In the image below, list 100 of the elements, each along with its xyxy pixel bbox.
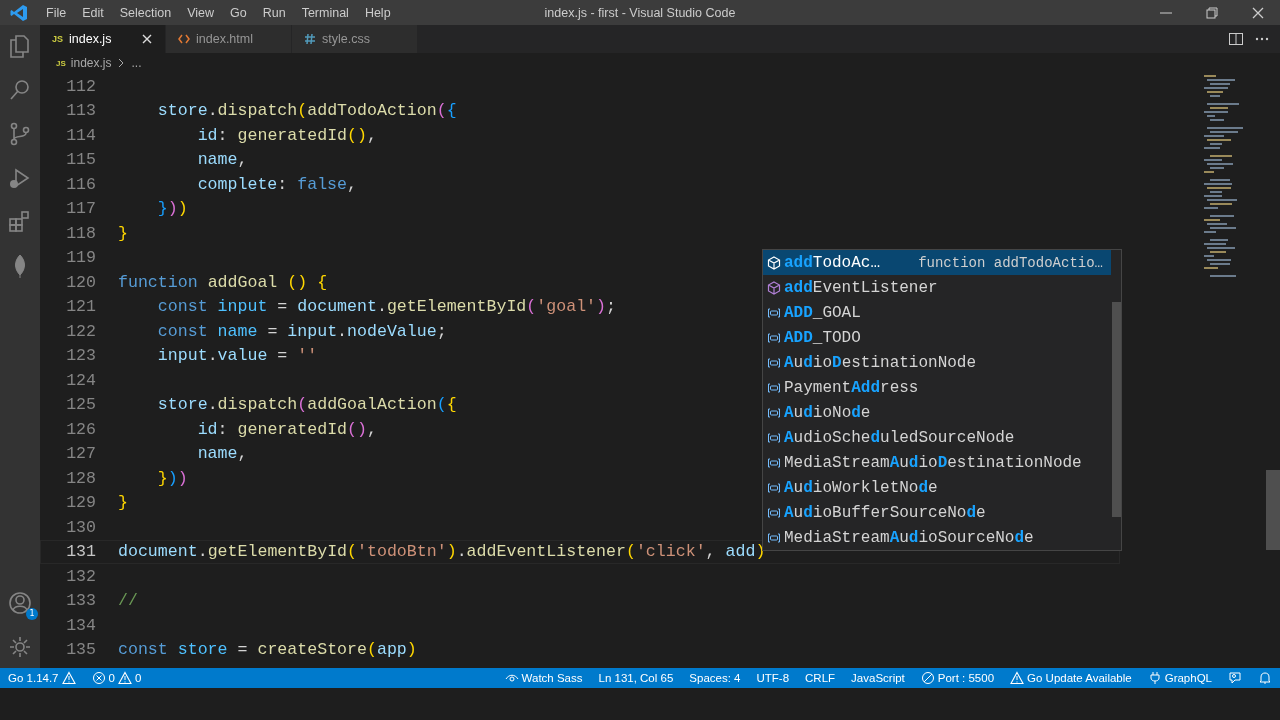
code-line: id: generatedId(),	[196, 125, 377, 145]
code-line: }))	[156, 199, 188, 219]
variable-icon	[767, 330, 781, 345]
line-number: 116	[65, 174, 96, 194]
code-line: store.dispatch(addTodoAction({	[156, 101, 457, 121]
suggestion-item[interactable]: AudioNode	[763, 400, 1111, 425]
notification-badge: 1	[26, 608, 38, 620]
bell-icon[interactable]	[1258, 671, 1272, 685]
code-brackets-icon	[178, 33, 190, 45]
suggestion-item[interactable]: MediaStreamAudioDestinationNode	[763, 450, 1111, 475]
suggestion-item[interactable]: addEventListener	[763, 275, 1111, 300]
line-number: 135	[65, 640, 96, 660]
status-item[interactable]: Ln 131, Col 65	[598, 672, 674, 684]
suggestion-item[interactable]: AudioBufferSourceNode	[763, 500, 1111, 525]
code-line: }	[118, 493, 128, 513]
restore-icon[interactable]	[1204, 4, 1220, 21]
variable-icon	[767, 455, 781, 470]
variable-icon	[767, 480, 781, 495]
plug-icon	[1147, 671, 1162, 685]
window-title: index.js - first - Visual Studio Code	[544, 5, 736, 20]
status-item[interactable]: 0 0	[91, 671, 142, 685]
suggestion-item[interactable]: PaymentAddress	[763, 375, 1111, 400]
code-line: name,	[196, 150, 248, 170]
code-line: id: generatedId(),	[196, 419, 377, 439]
variable-icon	[767, 305, 781, 320]
line-number: 122	[65, 321, 96, 341]
line-number: 132	[65, 566, 96, 586]
editor-tab[interactable]: style.css	[292, 25, 418, 53]
line-number: 134	[65, 615, 96, 635]
line-number: 131	[65, 542, 96, 562]
menu-item[interactable]: Edit	[74, 5, 112, 20]
menu-item[interactable]: Terminal	[293, 5, 357, 20]
menu-item[interactable]: Go	[222, 5, 255, 20]
variable-icon	[767, 530, 781, 545]
suggestion-item[interactable]: AudioDestinationNode	[763, 350, 1111, 375]
status-item[interactable]: Watch Sass	[504, 671, 583, 685]
menu-item[interactable]: Help	[356, 5, 399, 20]
editor-tab[interactable]: JS index.js	[40, 25, 166, 53]
line-number: 130	[65, 517, 96, 537]
line-number: 126	[65, 419, 96, 439]
suggestion-item[interactable]: ADD_TODO	[763, 325, 1111, 350]
status-item[interactable]: Spaces: 4	[689, 672, 741, 684]
menu-item[interactable]: View	[179, 5, 222, 20]
suggestion-item[interactable]: AudioScheduledSourceNode	[763, 425, 1111, 450]
variable-icon	[767, 405, 781, 420]
account-icon[interactable]	[7, 590, 33, 616]
code-line: name,	[196, 444, 248, 464]
variable-icon	[767, 380, 781, 395]
editor-tab[interactable]: index.html	[166, 25, 292, 53]
variable-icon	[767, 355, 781, 370]
status-item[interactable]: JavaScript	[851, 672, 905, 684]
code-line: const store = createStore(app)	[118, 640, 417, 660]
blocked-icon	[920, 671, 935, 685]
status-item[interactable]: Go Update Available	[1010, 671, 1132, 685]
menu-item[interactable]: Run	[254, 5, 294, 20]
code-line: document.getElementById('todoBtn').addEventListener('click', add)	[118, 542, 766, 562]
line-number: 121	[65, 297, 96, 317]
breadcrumb-item[interactable]: ...	[131, 56, 142, 70]
code-line: store.dispatch(addGoalAction({	[156, 395, 457, 415]
status-item[interactable]: UTF-8	[756, 672, 790, 684]
line-number: 113	[65, 101, 96, 121]
suggestion-item[interactable]: MediaStreamAudioSourceNode	[763, 525, 1111, 550]
close-icon[interactable]	[141, 33, 153, 45]
line-number: 133	[65, 591, 96, 611]
menu-item[interactable]: Selection	[111, 5, 180, 20]
line-number: 123	[65, 346, 96, 366]
line-number: 112	[65, 76, 96, 96]
warning-icon	[117, 671, 132, 685]
line-number: 115	[65, 150, 96, 170]
line-number: 124	[65, 370, 96, 390]
menu-item[interactable]: File	[38, 5, 75, 20]
code-line: const input = document.getElementById('goal');	[156, 297, 616, 317]
line-number: 117	[65, 199, 96, 219]
split-editor-icon[interactable]	[1228, 31, 1244, 47]
code-line: const name = input.nodeValue;	[156, 321, 447, 341]
variable-icon	[767, 430, 781, 445]
code-line: function addGoal () {	[118, 272, 328, 292]
line-number: 120	[65, 272, 96, 292]
scrollbar-thumb[interactable]	[1266, 470, 1280, 550]
line-number: 125	[65, 395, 96, 415]
feedback-icon[interactable]	[1228, 671, 1242, 685]
breadcrumb-item[interactable]: index.js	[70, 56, 112, 70]
logo-icon	[10, 3, 28, 22]
error-icon	[91, 671, 106, 685]
suggestion-item[interactable]: addTodoAc… function addTodoActio…	[763, 250, 1111, 275]
settings-icon[interactable]	[7, 634, 33, 660]
status-item[interactable]: Go 1.14.7	[8, 671, 76, 685]
status-item[interactable]: Port : 5500	[920, 671, 995, 685]
line-number: 129	[65, 493, 96, 513]
warning-icon	[61, 671, 76, 685]
status-item[interactable]: CRLF	[805, 672, 836, 684]
js-file-icon: JS	[56, 58, 66, 68]
suggestion-item[interactable]: ADD_GOAL	[763, 300, 1111, 325]
scrollbar-thumb[interactable]	[1112, 302, 1121, 517]
status-item[interactable]: GraphQL	[1147, 671, 1212, 685]
line-number: 127	[65, 444, 96, 464]
hash-icon	[304, 33, 316, 45]
js-file-icon: JS	[52, 34, 63, 44]
suggestion-item[interactable]: AudioWorkletNode	[763, 475, 1111, 500]
line-number: 128	[65, 468, 96, 488]
